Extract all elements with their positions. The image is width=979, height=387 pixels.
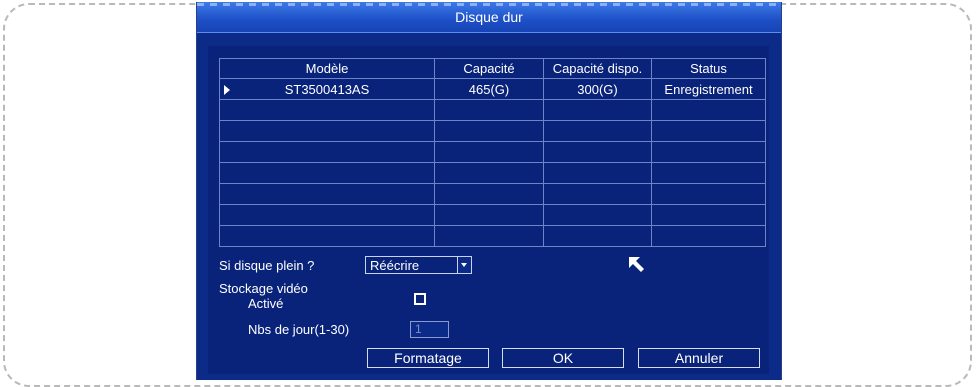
title-bar: Disque dur <box>197 2 781 33</box>
table-row[interactable] <box>219 162 766 184</box>
table-header-row: Modèle Capacité Capacité dispo. Status <box>219 58 766 79</box>
row-selector-icon <box>224 85 230 95</box>
hdd-dialog: Disque dur Modèle Capacité Capacité disp… <box>196 2 782 380</box>
table-row[interactable] <box>219 120 766 142</box>
chevron-down-icon[interactable] <box>457 257 471 273</box>
video-storage-label: Stockage vidéo <box>219 281 308 296</box>
ok-button[interactable]: OK <box>502 348 624 368</box>
disk-full-select-value: Réécrire <box>370 258 420 273</box>
cell-free-capacity: 300(G) <box>543 78 652 100</box>
table-row[interactable]: ST3500413AS 465(G) 300(G) Enregistrement <box>219 78 766 100</box>
cell-model-text: ST3500413AS <box>284 81 370 97</box>
cancel-button[interactable]: Annuler <box>638 348 760 368</box>
enabled-label: Activé <box>248 296 284 311</box>
table-row[interactable] <box>219 141 766 163</box>
title-bar-pattern <box>197 3 781 6</box>
column-header-model: Modèle <box>219 58 435 79</box>
content-panel: Modèle Capacité Capacité dispo. Status S… <box>208 46 769 374</box>
table-row[interactable] <box>219 204 766 226</box>
disk-full-select[interactable]: Réécrire <box>365 256 472 274</box>
table-row[interactable] <box>219 99 766 121</box>
column-header-free-capacity: Capacité dispo. <box>543 58 652 79</box>
table-row[interactable] <box>219 225 766 247</box>
cell-status: Enregistrement <box>651 78 766 100</box>
disk-full-label: Si disque plein ? <box>219 258 315 273</box>
cell-model: ST3500413AS <box>219 78 435 100</box>
table-row[interactable] <box>219 183 766 205</box>
cell-capacity: 465(G) <box>434 78 544 100</box>
mouse-cursor-icon <box>629 257 644 272</box>
enabled-checkbox[interactable] <box>414 293 426 305</box>
column-header-status: Status <box>651 58 766 79</box>
days-input[interactable]: 1 <box>410 321 449 338</box>
column-header-capacity: Capacité <box>434 58 544 79</box>
dialog-title: Disque dur <box>455 9 523 25</box>
disk-table: Modèle Capacité Capacité dispo. Status S… <box>219 58 766 247</box>
format-button[interactable]: Formatage <box>367 348 489 368</box>
days-label: Nbs de jour(1-30) <box>248 322 350 337</box>
